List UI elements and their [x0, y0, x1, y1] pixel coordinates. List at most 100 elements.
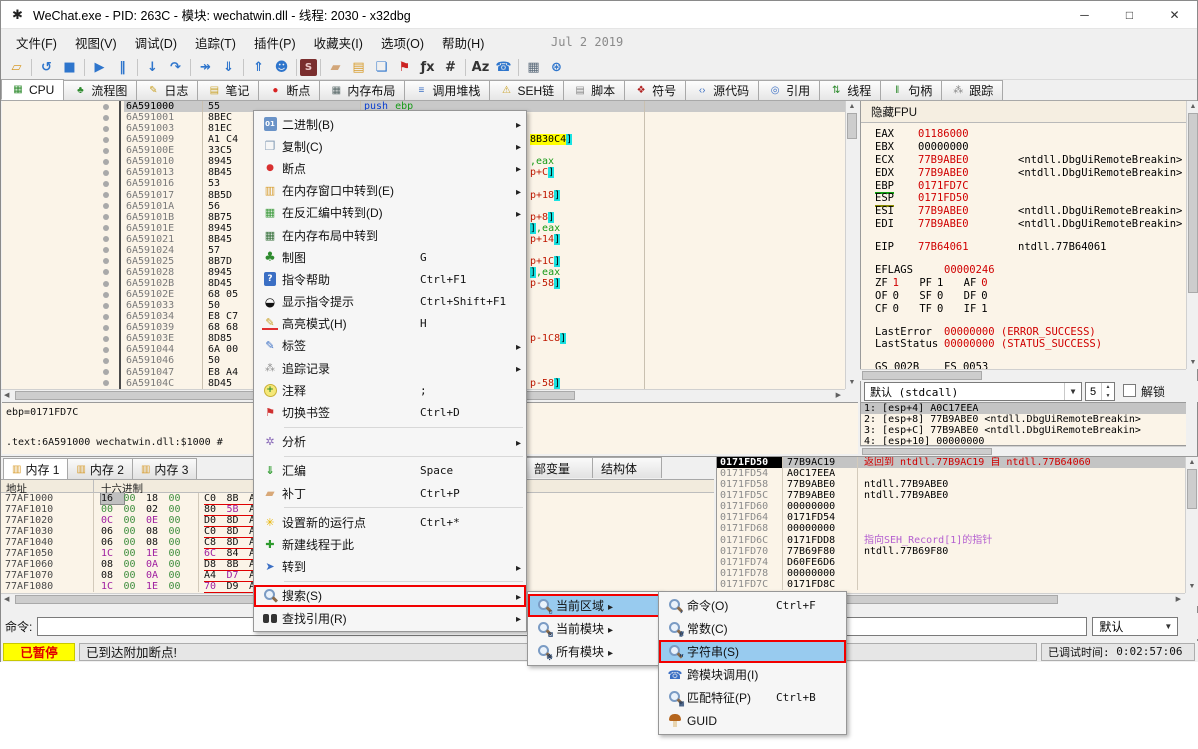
last-error-row[interactable]: LastError00000000 (ERROR_SUCCESS) [875, 326, 1186, 339]
flags-row[interactable]: ZF1 PF1 AF0 [875, 277, 1186, 290]
register-row[interactable]: EBP0171FD7C [875, 180, 1186, 193]
stack-panel[interactable]: 0171FD50 77B9AC19 返回到 ntdll.77B9AC19 自 n… [716, 457, 1185, 593]
menu-item[interactable]: 显示指令提示 Ctrl+Shift+F1 [254, 291, 526, 313]
menu-item[interactable]: 追踪记录 [254, 357, 526, 379]
register-row[interactable]: EIP77B64061ntdll.77B64061 [875, 241, 1186, 254]
toolbar-button[interactable] [439, 57, 462, 78]
breakpoint-dot[interactable] [103, 347, 109, 353]
menu-item[interactable]: 二进制(B) [254, 113, 526, 135]
menu-item[interactable]: ▦ 匹配特征(P) Ctrl+B [659, 686, 846, 709]
view-tab[interactable]: CPU [1, 79, 64, 100]
toolbar-button[interactable] [194, 57, 217, 78]
breakpoint-dot[interactable] [103, 203, 109, 209]
view-tab[interactable]: 句柄 [880, 80, 942, 100]
view-tab[interactable]: 脚本 [563, 80, 625, 100]
toolbar-button[interactable] [393, 57, 416, 78]
menu-item[interactable]: 指令帮助 Ctrl+F1 [254, 268, 526, 290]
flags-row[interactable]: CF0 TF0 IF1 [875, 303, 1186, 316]
breakpoint-dot[interactable] [103, 104, 109, 110]
stack-row[interactable]: 0171FD54 A0C17EEA [717, 468, 1185, 479]
stack-row[interactable]: 0171FD58 77B9ABE0 ntdll.77B9ABE0 [717, 479, 1185, 490]
stack-row[interactable]: 0171FD64 0171FD54 [717, 512, 1185, 523]
view-tab[interactable]: 笔记 [197, 80, 259, 100]
toolbar-button[interactable] [111, 57, 134, 78]
stack-row[interactable]: 0171FD50 77B9AC19 返回到 ntdll.77B9AC19 自 n… [717, 457, 1185, 468]
toolbar-button[interactable] [243, 59, 244, 76]
menu-item[interactable]: GUID [659, 709, 846, 732]
breakpoint-dot[interactable] [103, 325, 109, 331]
menubar-item[interactable]: 追踪(T) [186, 30, 245, 55]
dump-tab[interactable]: 内存 3 [132, 458, 197, 479]
toolbar-button[interactable] [5, 57, 28, 78]
view-tab[interactable]: 跟踪 [941, 80, 1003, 100]
minimize-button[interactable]: ─ [1062, 1, 1107, 28]
breakpoint-dot[interactable] [103, 269, 109, 275]
menu-item[interactable] [284, 456, 523, 457]
menu-item[interactable] [284, 427, 523, 428]
argument-row[interactable]: 4: [esp+10] 00000000 [861, 436, 1186, 446]
menu-item[interactable]: ※ 所有模块 [528, 640, 661, 663]
menu-item[interactable]: 汇编 Space [254, 460, 526, 482]
menu-item[interactable]: 复制(C) [254, 135, 526, 157]
locals-tab[interactable]: 部变量 [525, 457, 593, 478]
register-row[interactable]: ESI77B9ABE0<ntdll.DbgUiRemoteBreakin> [875, 205, 1186, 218]
breakpoint-dot[interactable] [103, 148, 109, 154]
breakpoint-dot[interactable] [103, 281, 109, 287]
close-button[interactable]: ✕ [1152, 1, 1197, 28]
menu-item[interactable]: 在内存窗口中转到(E) [254, 180, 526, 202]
toolbar-button[interactable] [300, 59, 317, 76]
toolbar-button[interactable] [296, 59, 297, 76]
breakpoint-dot[interactable] [103, 192, 109, 198]
stack-row[interactable]: 0171FD6C 0171FDD8 指向SEH_Record[1]的指针 [717, 535, 1185, 546]
toolbar-button[interactable] [84, 59, 85, 76]
stack-row[interactable]: 0171FD7C 0171FD8C [717, 579, 1185, 590]
breakpoint-dot[interactable] [103, 358, 109, 364]
toolbar-button[interactable] [545, 57, 568, 78]
breakpoint-dot[interactable] [103, 214, 109, 220]
toolbar-button[interactable] [217, 57, 240, 78]
menu-item[interactable] [284, 507, 523, 508]
toolbar-button[interactable] [141, 57, 164, 78]
menu-item[interactable]: 搜索(S) [254, 585, 526, 607]
breakpoint-dot[interactable] [103, 126, 109, 132]
argument-row[interactable]: 3: [esp+C] 77B9ABE0 <ntdll.DbgUiRemoteBr… [861, 425, 1186, 436]
toolbar-button[interactable] [522, 57, 545, 78]
menubar-item[interactable]: 文件(F) [7, 30, 66, 55]
register-row[interactable]: ECX77B9ABE0<ntdll.DbgUiRemoteBreakin> [875, 154, 1186, 167]
register-row[interactable]: EBX00000000 [875, 141, 1186, 154]
menu-item[interactable]: 注释 ; [254, 379, 526, 401]
eflags-row[interactable]: EFLAGS00000246 [875, 264, 1186, 277]
view-tab[interactable]: 调用堆栈 [404, 80, 490, 100]
view-tab[interactable]: 引用 [758, 80, 820, 100]
menubar-item[interactable]: 视图(V) [66, 30, 126, 55]
argument-row[interactable]: 2: [esp+8] 77B9ABE0 <ntdll.DbgUiRemoteBr… [861, 414, 1186, 425]
menubar-item[interactable]: 插件(P) [245, 30, 305, 55]
chevron-down-icon[interactable]: ▼ [1064, 383, 1081, 400]
menu-item[interactable]: › 命令(O) Ctrl+F [659, 594, 846, 617]
view-tab[interactable]: 源代码 [685, 80, 759, 100]
dump-tab[interactable]: 内存 1 [3, 458, 68, 479]
menu-item[interactable]: 切换书签 Ctrl+D [254, 401, 526, 423]
argument-row[interactable]: 1: [esp+4] A0C17EEA [861, 403, 1186, 414]
breakpoint-dot[interactable] [103, 236, 109, 242]
view-tab[interactable]: 断点 [258, 80, 320, 100]
command-mode-select[interactable]: 默认▼ [1092, 617, 1178, 636]
menu-item[interactable]: 补丁 Ctrl+P [254, 482, 526, 504]
toolbar-button[interactable] [88, 57, 111, 78]
view-tab[interactable]: SEH链 [489, 80, 564, 100]
breakpoint-dot[interactable] [103, 369, 109, 375]
register-row[interactable]: EDX77B9ABE0<ntdll.DbgUiRemoteBreakin> [875, 167, 1186, 180]
view-tab[interactable]: 流程图 [63, 80, 137, 100]
stack-row[interactable]: 0171FD60 00000000 [717, 501, 1185, 512]
arg-count-stepper[interactable]: 5 ▲▼ [1085, 382, 1115, 401]
menu-item[interactable]: 在反汇编中转到(D) [254, 202, 526, 224]
breakpoint-dot[interactable] [103, 181, 109, 187]
menu-item[interactable]: 制图 G [254, 246, 526, 268]
view-tab[interactable]: 日志 [136, 80, 198, 100]
menubar-item[interactable]: 选项(O) [372, 30, 433, 55]
stack-row[interactable]: 0171FD68 00000000 [717, 523, 1185, 534]
breakpoint-dot[interactable] [103, 303, 109, 309]
menubar-item[interactable]: 收藏夹(I) [305, 30, 372, 55]
menu-item[interactable]: 在内存布局中转到 [254, 224, 526, 246]
menu-item[interactable]: # 常数(C) [659, 617, 846, 640]
